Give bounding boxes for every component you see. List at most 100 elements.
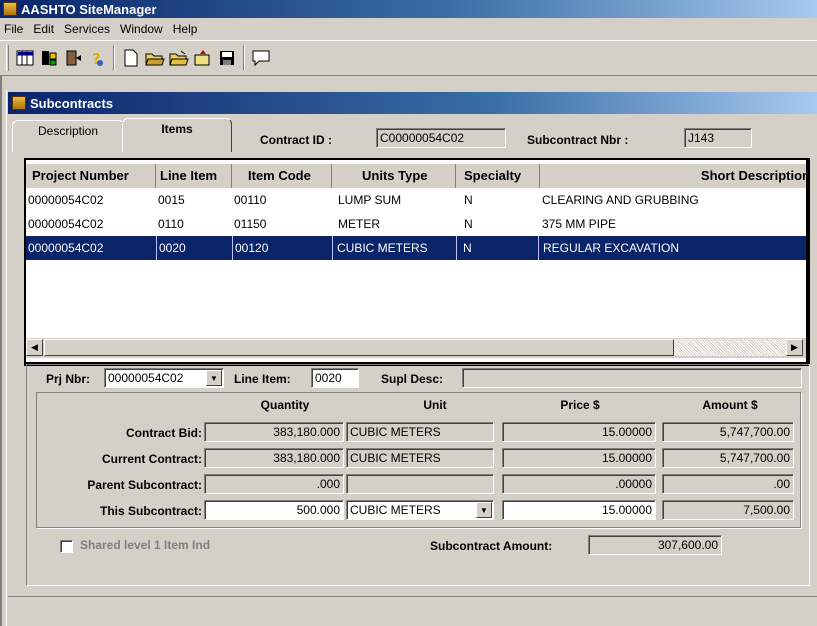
current-contract-amount: 5,747,700.00 (662, 448, 794, 468)
this-subcontract-amount: 7,500.00 (662, 500, 794, 520)
line-item-field[interactable]: 0020 (311, 368, 359, 388)
window-title: Subcontracts (30, 95, 114, 111)
window-icon (12, 96, 26, 110)
cell-line-item: 0015 (158, 193, 185, 207)
contract-bid-unit: CUBIC METERS (346, 422, 494, 442)
toolbar: ? (0, 40, 817, 76)
contract-bid-label: Contract Bid: (126, 426, 202, 440)
scroll-thumb[interactable] (44, 339, 674, 356)
prj-nbr-value: 00000054C02 (108, 371, 184, 385)
open-folder-icon[interactable] (167, 46, 191, 70)
current-contract-unit: CUBIC METERS (346, 448, 494, 468)
quantity-header: Quantity (260, 398, 310, 412)
prj-nbr-label: Prj Nbr: (46, 372, 91, 386)
chevron-down-icon[interactable]: ▼ (476, 502, 492, 518)
table-row[interactable]: 00000054C02 0110 01150 METER N 375 MM PI… (26, 212, 806, 236)
grid-header-row: Project Number Line Item Item Code Units… (26, 164, 806, 188)
wizard-icon[interactable] (191, 46, 215, 70)
cell-item-code: 00120 (232, 236, 268, 260)
toolbar-separator (243, 45, 245, 71)
scroll-left-button[interactable]: ◀ (26, 339, 43, 356)
tab-description-label: Description (37, 124, 99, 138)
table-row[interactable]: 00000054C02 0015 00110 LUMP SUM N CLEARI… (26, 188, 806, 212)
this-subcontract-unit-value: CUBIC METERS (350, 503, 441, 517)
col-project-number[interactable]: Project Number (26, 164, 156, 188)
menu-file[interactable]: File (0, 22, 29, 36)
cell-units-type: CUBIC METERS (332, 236, 428, 260)
contract-id-label: Contract ID : (260, 133, 332, 147)
tab-items-label: Items (161, 122, 193, 136)
open-icon[interactable] (143, 46, 167, 70)
cell-line-item: 0020 (156, 236, 186, 260)
line-item-label: Line Item: (234, 372, 291, 386)
cell-units-type: METER (338, 217, 380, 231)
table-row-selected[interactable]: 00000054C02 0020 00120 CUBIC METERS N RE… (26, 236, 806, 260)
contract-id-field: C00000054C02 (376, 128, 506, 148)
col-specialty[interactable]: Specialty (456, 164, 540, 188)
app-title: AASHTO SiteManager (21, 1, 157, 17)
col-units-type[interactable]: Units Type (332, 164, 456, 188)
scroll-track[interactable] (674, 339, 786, 356)
contract-bid-quantity: 383,180.000 (204, 422, 344, 442)
cell-project-number: 00000054C02 (28, 217, 104, 231)
save-icon[interactable] (215, 46, 239, 70)
menu-bar: File Edit Services Window Help (0, 18, 817, 40)
cell-item-code: 00110 (234, 193, 267, 207)
grid-icon[interactable] (13, 46, 37, 70)
tools-icon[interactable] (37, 46, 61, 70)
tab-items[interactable]: Items (122, 118, 232, 152)
subcontract-amount-field: 307,600.00 (588, 535, 722, 555)
col-short-description[interactable]: Short Description (540, 164, 806, 188)
parent-subcontract-price: .00000 (502, 474, 656, 494)
menu-window[interactable]: Window (116, 22, 169, 36)
prj-nbr-select[interactable]: 00000054C02 ▼ (104, 368, 224, 388)
items-grid[interactable]: Project Number Line Item Item Code Units… (24, 158, 810, 366)
cell-short-description: CLEARING AND GRUBBING (542, 193, 699, 207)
col-item-code[interactable]: Item Code (232, 164, 332, 188)
menu-edit[interactable]: Edit (29, 22, 60, 36)
app-logo-icon (3, 2, 17, 16)
parent-subcontract-label: Parent Subcontract: (87, 478, 202, 492)
this-subcontract-quantity-input[interactable]: 500.000 (204, 500, 344, 520)
horizontal-scrollbar[interactable]: ◀ ▶ (26, 338, 806, 358)
parent-subcontract-amount: .00 (662, 474, 794, 494)
this-subcontract-price-input[interactable]: 15.00000 (502, 500, 656, 520)
cell-short-description: REGULAR EXCAVATION (538, 236, 806, 260)
supl-desc-label: Supl Desc: (381, 372, 444, 386)
unit-header: Unit (423, 398, 447, 412)
comment-icon[interactable] (249, 46, 273, 70)
current-contract-price: 15.00000 (502, 448, 656, 468)
cell-short-description: 375 MM PIPE (542, 217, 617, 231)
amount-header: Amount $ (702, 398, 758, 412)
contract-bid-price: 15.00000 (502, 422, 656, 442)
subcontract-nbr-field: J143 (684, 128, 752, 148)
current-contract-quantity: 383,180.000 (204, 448, 344, 468)
status-area (8, 596, 817, 626)
scroll-right-button[interactable]: ▶ (786, 339, 803, 356)
supl-desc-field[interactable] (462, 368, 802, 388)
subcontracts-title-bar[interactable]: Subcontracts (8, 92, 817, 114)
app-title-bar[interactable]: AASHTO SiteManager (0, 0, 817, 18)
col-line-item[interactable]: Line Item (156, 164, 232, 188)
toolbar-grip[interactable] (6, 45, 9, 71)
this-subcontract-label: This Subcontract: (99, 504, 202, 518)
new-icon[interactable] (119, 46, 143, 70)
shared-level1-label: Shared level 1 Item Ind (80, 538, 211, 552)
subcontract-amount-label: Subcontract Amount: (430, 539, 553, 553)
contract-bid-amount: 5,747,700.00 (662, 422, 794, 442)
chevron-down-icon[interactable]: ▼ (206, 370, 222, 386)
cell-item-code: 01150 (234, 217, 267, 231)
toolbar-separator (113, 45, 115, 71)
menu-help[interactable]: Help (169, 22, 204, 36)
cell-line-item: 0110 (158, 217, 184, 231)
this-subcontract-unit-select[interactable]: CUBIC METERS ▼ (346, 500, 494, 520)
door-icon[interactable] (61, 46, 85, 70)
cell-units-type: LUMP SUM (338, 193, 402, 207)
menu-services[interactable]: Services (60, 22, 116, 36)
tab-description[interactable]: Description (12, 120, 124, 152)
shared-level1-checkbox[interactable] (60, 540, 73, 553)
subcontract-nbr-label: Subcontract Nbr : (527, 133, 629, 147)
help-icon[interactable]: ? (85, 46, 109, 70)
current-contract-label: Current Contract: (101, 452, 202, 466)
cell-specialty: N (456, 236, 472, 260)
